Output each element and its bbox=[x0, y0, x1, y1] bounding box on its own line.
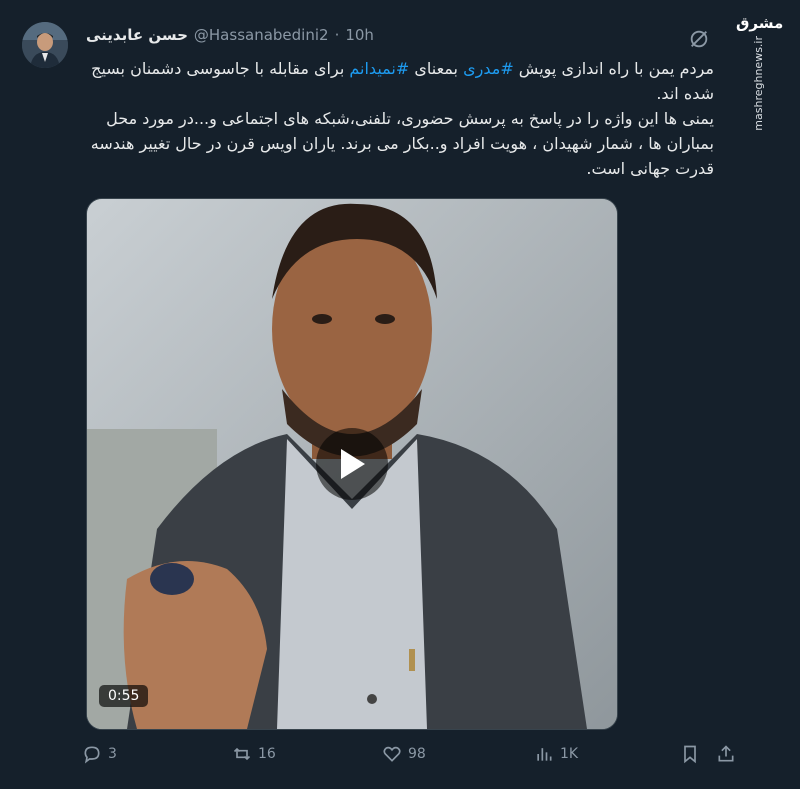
play-icon bbox=[341, 449, 365, 479]
author-handle[interactable]: @Hassanabedini2 bbox=[194, 26, 329, 44]
hashtag-link[interactable]: #نمیدانم bbox=[349, 59, 409, 78]
play-button[interactable] bbox=[316, 428, 388, 500]
watermark-url: mashreghnews.ir bbox=[752, 36, 765, 131]
separator-dot: · bbox=[334, 26, 340, 44]
video-duration: 0:55 bbox=[99, 685, 149, 707]
tweet[interactable]: حسن عابدینی @Hassanabedini2 · 10h مشرق m… bbox=[0, 0, 800, 789]
tweet-paragraph-2: یمنی ها این واژه را در پاسخ به پرسش حضور… bbox=[90, 109, 714, 178]
share-button[interactable] bbox=[716, 744, 736, 764]
tweet-text: مردم یمن با راه اندازی پویش #مدری بمعنای… bbox=[74, 56, 714, 181]
action-bar: 3 16 98 1K bbox=[82, 744, 734, 774]
watermark-logo: مشرق bbox=[736, 14, 784, 32]
views-button[interactable]: 1K bbox=[534, 744, 578, 764]
avatar[interactable] bbox=[22, 22, 68, 68]
text-segment: بمعنای bbox=[409, 59, 464, 78]
retweet-button[interactable]: 16 bbox=[232, 744, 276, 764]
video-player[interactable]: 0:55 bbox=[86, 198, 618, 730]
hashtag-link[interactable]: #مدری bbox=[463, 59, 514, 78]
author-name[interactable]: حسن عابدینی bbox=[86, 26, 188, 44]
watermark: مشرق mashreghnews.ir bbox=[736, 14, 784, 131]
retweet-count: 16 bbox=[258, 746, 276, 762]
text-segment: مردم یمن با راه اندازی پویش bbox=[513, 59, 714, 78]
like-icon bbox=[383, 746, 401, 762]
retweet-icon bbox=[233, 747, 251, 761]
bookmark-icon bbox=[684, 745, 696, 764]
views-count: 1K bbox=[560, 746, 579, 762]
reply-icon bbox=[84, 746, 100, 764]
reply-button[interactable]: 3 bbox=[82, 744, 117, 764]
bookmark-button[interactable] bbox=[680, 744, 700, 764]
tweet-paragraph-1: مردم یمن با راه اندازی پویش #مدری بمعنای… bbox=[74, 56, 714, 106]
like-button[interactable]: 98 bbox=[382, 744, 426, 764]
tweet-header: حسن عابدینی @Hassanabedini2 · 10h bbox=[86, 26, 374, 44]
views-icon bbox=[537, 748, 552, 761]
reply-count: 3 bbox=[108, 746, 117, 762]
share-icon bbox=[718, 745, 734, 762]
like-count: 98 bbox=[408, 746, 426, 762]
grok-icon[interactable] bbox=[688, 28, 710, 50]
timestamp[interactable]: 10h bbox=[345, 26, 374, 44]
